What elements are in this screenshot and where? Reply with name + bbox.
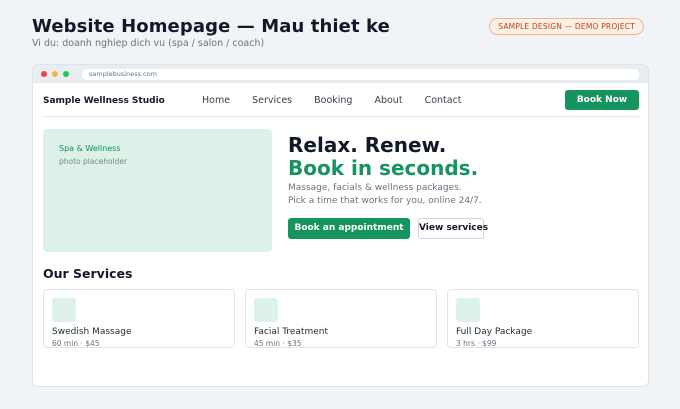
hero-description: Massage, facials & wellness packages. — [288, 183, 462, 193]
service-icon — [254, 298, 278, 322]
service-card[interactable]: Full Day Package 3 hrs · $99 — [447, 289, 639, 348]
hero-title: Relax. Renew. — [288, 133, 447, 157]
hero-image-tag: Spa & Wellness — [59, 144, 121, 153]
nav-link-home[interactable]: Home — [202, 95, 230, 106]
view-services-button[interactable]: View services — [418, 218, 488, 239]
browser-window: samplebusiness.com Sample Wellness Studi… — [32, 64, 649, 387]
site-brand[interactable]: Sample Wellness Studio — [43, 96, 202, 106]
service-card[interactable]: Swedish Massage 60 min · $45 — [43, 289, 235, 348]
page-subtitle: Vi du: doanh nghiep dich vu (spa / salon… — [32, 38, 265, 49]
hero-title-accent: Book in seconds. — [288, 156, 479, 180]
page-title: Website Homepage — Mau thiet ke — [32, 16, 390, 37]
service-icon — [456, 298, 480, 322]
book-appointment-button[interactable]: Book an appointment — [288, 218, 410, 239]
minimize-window-dot[interactable] — [52, 71, 58, 77]
service-meta: 3 hrs · $99 — [456, 339, 497, 348]
service-name: Full Day Package — [456, 327, 533, 337]
address-bar[interactable]: samplebusiness.com — [82, 68, 639, 80]
book-now-button[interactable]: Book Now — [565, 90, 639, 110]
nav-link-contact[interactable]: Contact — [425, 95, 462, 106]
browser-toolbar: samplebusiness.com — [33, 65, 648, 83]
nav-link-about[interactable]: About — [374, 95, 402, 106]
service-meta: 60 min · $45 — [52, 339, 100, 348]
service-name: Swedish Massage — [52, 327, 132, 337]
close-window-dot[interactable] — [41, 71, 47, 77]
nav-link-booking[interactable]: Booking — [314, 95, 352, 106]
site-navbar: Sample Wellness Studio Home Services Boo… — [43, 85, 639, 117]
hero-description-secondary: Pick a time that works for you, online 2… — [288, 196, 482, 206]
services-heading: Our Services — [43, 266, 133, 281]
maximize-window-dot[interactable] — [63, 71, 69, 77]
service-name: Facial Treatment — [254, 327, 328, 337]
nav-link-services[interactable]: Services — [252, 95, 292, 106]
service-meta: 45 min · $35 — [254, 339, 302, 348]
demo-badge: SAMPLE DESIGN — DEMO PROJECT — [489, 18, 644, 35]
service-card[interactable]: Facial Treatment 45 min · $35 — [245, 289, 437, 348]
service-icon — [52, 298, 76, 322]
hero-image-caption: photo placeholder — [59, 157, 128, 166]
hero-image-placeholder: Spa & Wellness photo placeholder — [43, 129, 272, 252]
